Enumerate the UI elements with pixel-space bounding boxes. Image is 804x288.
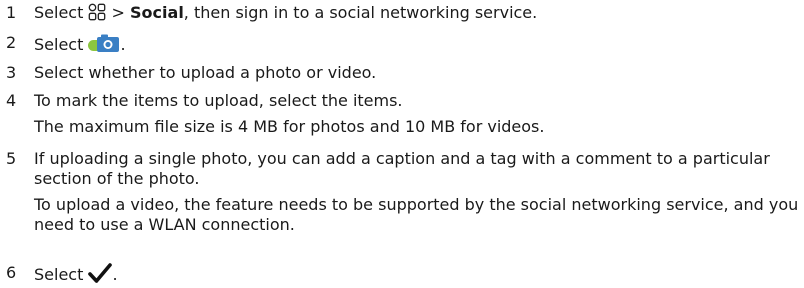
step-text: Select whether to upload a photo or vide… (34, 63, 800, 83)
step-number: 1 (6, 3, 17, 22)
step-text-post: , then sign in to a social networking se… (183, 3, 538, 22)
step-text-separator: > (106, 3, 131, 22)
checkmark-icon (88, 263, 113, 283)
menu-grid-icon (88, 3, 106, 21)
step-text-post: . (112, 265, 118, 284)
step-text-post: . (120, 35, 126, 54)
step-number: 6 (6, 263, 17, 282)
step-text: To mark the items to upload, select the … (34, 91, 800, 137)
step-number: 2 (6, 33, 17, 52)
instruction-list: 1 Select > Social, then sign in to a soc… (0, 0, 804, 288)
step-note: To upload a video, the feature needs to … (34, 195, 799, 234)
step-text: Select . (34, 33, 800, 55)
step-text: Select . (34, 263, 800, 285)
step-number: 4 (6, 91, 17, 110)
step-number: 5 (6, 149, 17, 168)
step-text: Select > Social, then sign in to a socia… (34, 3, 800, 23)
step-note: The maximum file size is 4 MB for photos… (34, 117, 545, 136)
step-text-pre: Select (34, 265, 89, 284)
step-text-main: Select whether to upload a photo or vide… (34, 63, 377, 82)
step-text-pre: Select (34, 3, 89, 22)
step-text-main: If uploading a single photo, you can add… (34, 149, 770, 188)
step-number: 3 (6, 63, 17, 82)
step-text-bold: Social (130, 3, 184, 22)
step-text: If uploading a single photo, you can add… (34, 149, 800, 235)
step-text-pre: Select (34, 35, 89, 54)
step-text-main: To mark the items to upload, select the … (34, 91, 403, 110)
upload-camera-icon (88, 33, 120, 53)
